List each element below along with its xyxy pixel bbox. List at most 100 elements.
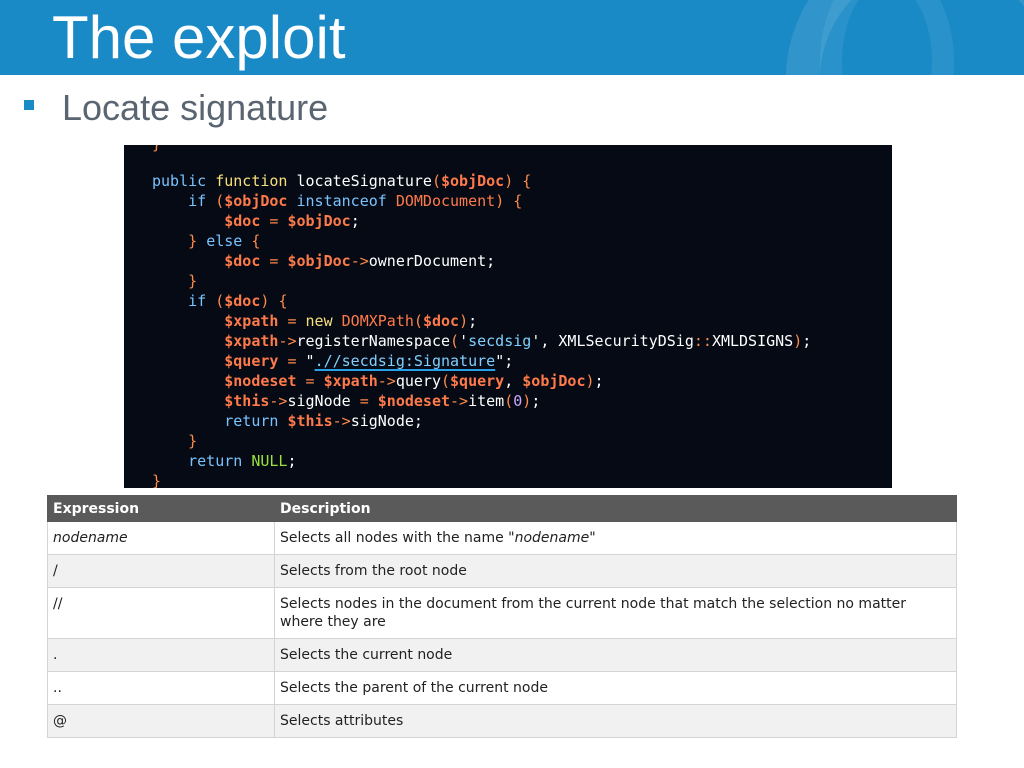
- code-token: ": [296, 352, 315, 370]
- code-line: if ($objDoc instanceof DOMDocument) {: [152, 191, 522, 211]
- code-token: (: [215, 292, 225, 310]
- square-bullet-icon: [24, 100, 34, 110]
- code-token: ): [459, 312, 469, 330]
- description-text: Selects the parent of the current node: [280, 680, 548, 696]
- code-token: {: [251, 232, 261, 250]
- code-token: {: [278, 292, 288, 310]
- code-token: =: [287, 352, 297, 370]
- code-token: ): [504, 172, 514, 190]
- code-token: $objDoc: [441, 172, 505, 190]
- description-italic-text: nodename: [514, 530, 590, 546]
- code-token: public: [152, 172, 207, 190]
- code-line: $query = ".//secdsig:Signature";: [152, 351, 513, 371]
- code-token: 0: [513, 392, 523, 410]
- code-token: ->: [377, 372, 396, 390]
- code-token: (: [504, 392, 514, 410]
- code-token: $doc: [224, 252, 261, 270]
- code-line: return $this->sigNode;: [152, 411, 423, 431]
- description-cell: Selects the parent of the current node: [274, 671, 957, 705]
- code-token: ->: [332, 412, 351, 430]
- code-line: $nodeset = $xpath->query($query, $objDoc…: [152, 371, 603, 391]
- code-screenshot: } public function locateSignature($objDo…: [124, 145, 892, 488]
- code-token: ownerDocument;: [368, 252, 496, 270]
- code-token: secdsig: [468, 332, 532, 350]
- code-token: ;: [287, 452, 297, 470]
- code-token: $this: [287, 412, 333, 430]
- code-token: (: [431, 172, 441, 190]
- description-text: Selects from the root node: [280, 563, 467, 579]
- expression-cell: nodename: [47, 521, 275, 555]
- expression-cell: //: [47, 587, 275, 639]
- code-line: }: [152, 471, 161, 488]
- code-token: $objDoc: [224, 192, 288, 210]
- code-line: return NULL;: [152, 451, 297, 471]
- code-token: ;: [802, 332, 812, 350]
- code-token: (: [441, 372, 451, 390]
- table-row: .. Selects the parent of the current node: [47, 671, 957, 705]
- code-token: $nodeset: [224, 372, 297, 390]
- code-token: (: [413, 312, 423, 330]
- code-token: ): [495, 192, 505, 210]
- code-token: $objDoc: [287, 212, 351, 230]
- code-line: public function locateSignature($objDoc)…: [152, 171, 531, 191]
- code-token: DOMDocument: [395, 192, 496, 210]
- code-line: }: [152, 271, 197, 291]
- code-line-partial: }: [152, 145, 161, 154]
- code-token: ::: [693, 332, 712, 350]
- code-token: ': [459, 332, 469, 350]
- table-row: @ Selects attributes: [47, 704, 957, 738]
- code-line: $xpath->registerNamespace('secdsig', XML…: [152, 331, 811, 351]
- code-token: ): [585, 372, 595, 390]
- column-header-expression: Expression: [47, 495, 275, 522]
- code-token: $xpath: [224, 332, 279, 350]
- code-token: .//secdsig:Signature: [314, 352, 496, 370]
- bullet-text: Locate signature: [62, 87, 329, 128]
- code-token: ;: [531, 392, 541, 410]
- code-token: $doc: [422, 312, 460, 330]
- code-token: return: [224, 412, 279, 430]
- code-token: query: [395, 372, 441, 390]
- description-cell: Selects attributes: [274, 704, 957, 738]
- code-token: $objDoc: [287, 252, 351, 270]
- code-token: {: [513, 192, 523, 210]
- code-token: ->: [450, 392, 469, 410]
- code-token: =: [359, 392, 369, 410]
- code-token: }: [188, 232, 198, 250]
- expression-cell: .: [47, 638, 275, 672]
- description-cell: Selects nodes in the document from the c…: [274, 587, 957, 639]
- code-token: ): [793, 332, 803, 350]
- code-token: else: [206, 232, 243, 250]
- code-token: (: [215, 192, 225, 210]
- code-token: $query: [224, 352, 279, 370]
- code-token: XMLDSIGNS: [711, 332, 794, 350]
- code-token: =: [287, 312, 297, 330]
- code-token: =: [305, 372, 315, 390]
- code-token: return: [188, 452, 243, 470]
- code-token: ): [522, 392, 532, 410]
- code-token: locateSignature: [296, 172, 432, 190]
- code-token: $nodeset: [377, 392, 451, 410]
- code-token: (: [450, 332, 460, 350]
- expression-cell: @: [47, 704, 275, 738]
- code-token: ,: [504, 372, 523, 390]
- code-token: ->: [269, 392, 288, 410]
